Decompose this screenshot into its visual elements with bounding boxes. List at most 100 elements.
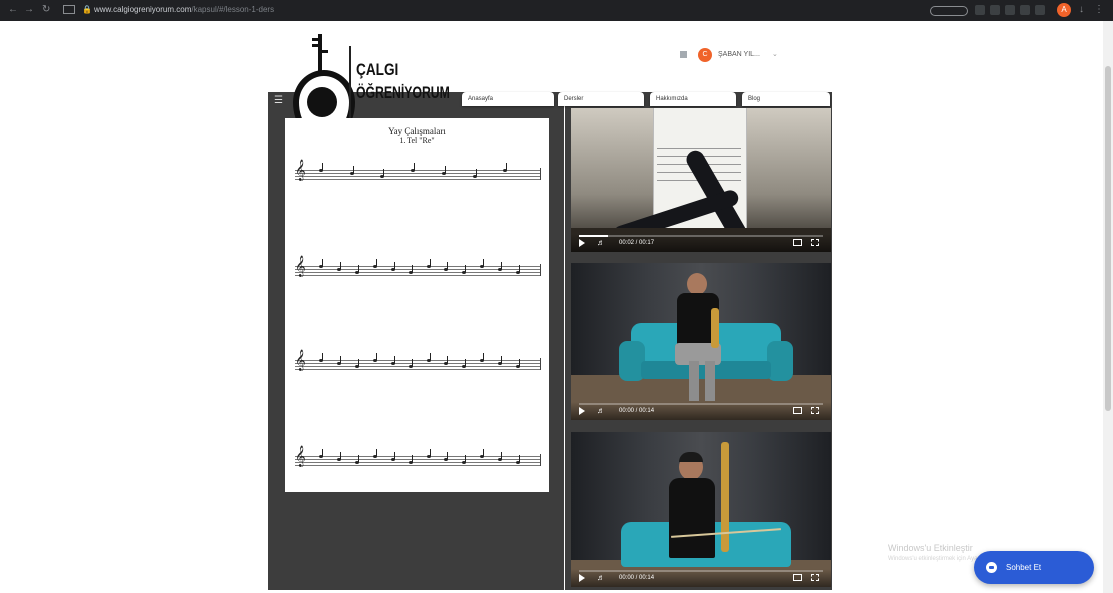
- note-stem: [357, 455, 359, 462]
- url-domain: www.calgiogreniyorum.com: [94, 5, 192, 14]
- note-stem: [357, 265, 359, 272]
- sheet-music: Yay Çalışmaları 1. Tel "Re" 𝄞 𝄞 𝄞 𝄞: [285, 118, 549, 492]
- note-stem: [475, 169, 477, 176]
- volume-icon[interactable]: ♬: [597, 238, 605, 248]
- chat-button[interactable]: Sohbet Et: [974, 551, 1094, 584]
- user-avatar[interactable]: C: [698, 48, 712, 62]
- reading-mode-icon[interactable]: [930, 6, 968, 16]
- page-scrollbar[interactable]: [1103, 21, 1113, 593]
- tab-hakkimizda[interactable]: Hakkımızda: [650, 92, 736, 106]
- video-progress[interactable]: [579, 403, 823, 405]
- note-stem: [414, 163, 416, 170]
- treble-clef-icon: 𝄞: [295, 350, 306, 371]
- volume-icon[interactable]: ♬: [597, 573, 605, 583]
- extension-icon[interactable]: [990, 5, 1000, 15]
- play-icon[interactable]: [579, 407, 585, 415]
- apps-icon[interactable]: [680, 51, 687, 58]
- note-stem: [357, 359, 359, 366]
- video-time: 00:02 / 00:17: [619, 240, 655, 246]
- user-name[interactable]: ŞABAN YIL...: [718, 51, 760, 58]
- fullscreen-icon[interactable]: [811, 239, 819, 246]
- note-stem: [519, 265, 521, 272]
- forward-icon[interactable]: →: [24, 4, 34, 16]
- note-stem: [465, 455, 467, 462]
- note-stem: [375, 449, 377, 456]
- menu-icon[interactable]: ⋮: [1094, 4, 1104, 16]
- video-progress[interactable]: [579, 235, 823, 237]
- picture-in-picture-icon[interactable]: [793, 239, 802, 246]
- reload-icon[interactable]: ↻: [42, 4, 50, 16]
- music-staff: 𝄞: [295, 162, 541, 182]
- note-stem: [429, 449, 431, 456]
- logo-text-ogreniyorum: ÖĞRENİYORUM: [356, 83, 450, 102]
- note-stem: [393, 356, 395, 363]
- video-progress[interactable]: [579, 570, 823, 572]
- note-stem: [393, 452, 395, 459]
- chevron-down-icon[interactable]: ⌄: [772, 50, 778, 58]
- note-stem: [322, 163, 323, 170]
- tab-dersler[interactable]: Dersler: [558, 92, 644, 106]
- lock-icon: 🔒: [82, 5, 92, 14]
- note-stem: [322, 449, 323, 456]
- play-icon[interactable]: [579, 574, 585, 582]
- note-stem: [519, 455, 521, 462]
- note-stem: [322, 353, 323, 360]
- profile-avatar[interactable]: A: [1057, 3, 1071, 17]
- back-icon[interactable]: ←: [8, 4, 18, 16]
- note-stem: [411, 359, 413, 366]
- note-stem: [411, 455, 413, 462]
- tab-anasayfa[interactable]: Anasayfa: [462, 92, 554, 106]
- note-stem: [519, 359, 521, 366]
- picture-in-picture-icon[interactable]: [793, 407, 802, 414]
- note-stem: [375, 353, 377, 360]
- extension-icon[interactable]: [975, 5, 985, 15]
- chat-button-label: Sohbet Et: [1006, 563, 1042, 572]
- note-stem: [483, 259, 485, 266]
- note-stem: [465, 265, 467, 272]
- volume-icon[interactable]: ♬: [597, 406, 605, 416]
- note-stem: [501, 356, 503, 363]
- tab-blog[interactable]: Blog: [742, 92, 830, 106]
- fullscreen-icon[interactable]: [811, 407, 819, 414]
- note-stem: [447, 262, 449, 269]
- note-stem: [352, 166, 354, 173]
- extension-icon[interactable]: [1035, 5, 1045, 15]
- play-icon[interactable]: [579, 239, 585, 247]
- logo-text-calgi: ÇALGI: [356, 60, 399, 79]
- scrollbar-thumb[interactable]: [1105, 66, 1111, 411]
- note-stem: [501, 452, 503, 459]
- note-stem: [447, 452, 449, 459]
- video-player[interactable]: ♬ 00:00 / 00:14: [571, 432, 831, 587]
- note-stem: [465, 359, 467, 366]
- note-stem: [393, 262, 395, 269]
- address-bar[interactable]: www.calgiogreniyorum.com/kapsul/#/lesson…: [94, 4, 294, 16]
- fullscreen-icon[interactable]: [811, 574, 819, 581]
- browser-toolbar: ← → ↻ 🔒 www.calgiogreniyorum.com/kapsul/…: [0, 0, 1113, 21]
- treble-clef-icon: 𝄞: [295, 160, 306, 181]
- video-player[interactable]: ♬ 00:00 / 00:14: [571, 263, 831, 420]
- treble-clef-icon: 𝄞: [295, 256, 306, 277]
- note-stem: [483, 353, 485, 360]
- url-path: /kapsul/#/lesson-1-ders: [191, 5, 275, 14]
- download-icon[interactable]: ↓: [1079, 4, 1084, 16]
- chat-bubble-icon: [986, 562, 997, 573]
- note-stem: [375, 259, 377, 266]
- note-stem: [339, 356, 341, 363]
- panel-menu-icon[interactable]: ☰: [274, 96, 284, 106]
- tab-search-icon[interactable]: [63, 5, 75, 14]
- note-stem: [339, 452, 341, 459]
- note-stem: [506, 163, 508, 170]
- note-stem: [339, 262, 341, 269]
- extension-icon[interactable]: [1020, 5, 1030, 15]
- picture-in-picture-icon[interactable]: [793, 574, 802, 581]
- sheet-title: Yay Çalışmaları: [388, 126, 446, 136]
- music-staff: 𝄞: [295, 258, 541, 278]
- extension-icon[interactable]: [1005, 5, 1015, 15]
- video-time: 00:00 / 00:14: [619, 408, 655, 414]
- video-player[interactable]: ♬ 00:02 / 00:17: [571, 108, 831, 252]
- note-stem: [501, 262, 503, 269]
- note-stem: [444, 166, 446, 173]
- music-staff: 𝄞: [295, 352, 541, 372]
- video-time: 00:00 / 00:14: [619, 575, 655, 581]
- note-stem: [429, 353, 431, 360]
